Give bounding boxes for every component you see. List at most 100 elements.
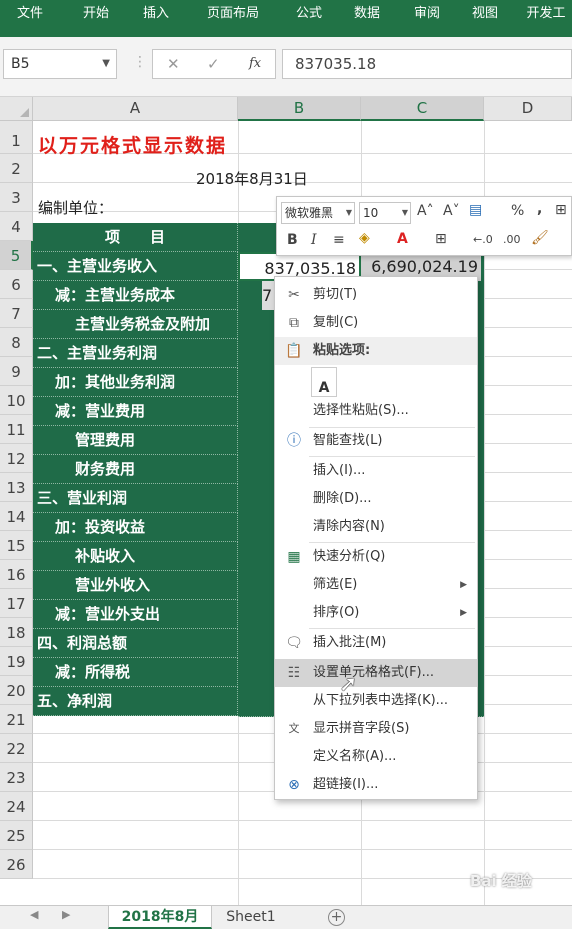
column-header-a[interactable]: A [33, 97, 238, 121]
decrease-decimal-icon[interactable]: .00 [503, 233, 521, 246]
header-item[interactable]: 项 目 [33, 223, 238, 252]
scroll-left-icon[interactable]: ◀ [30, 908, 38, 921]
row-header-2[interactable]: 2 [0, 154, 33, 183]
menu-item-copy[interactable]: ⧉ 复制(C) [275, 309, 477, 337]
tab-developer[interactable]: 开发工 [520, 0, 572, 37]
column-header-d[interactable]: D [484, 97, 572, 121]
table-row-label[interactable]: 一、主营业务收入 [33, 252, 238, 281]
fill-color-icon[interactable]: ◈ [359, 230, 370, 246]
row-header-18[interactable]: 18 [0, 618, 33, 647]
menu-item-sort[interactable]: 排序(O) ▶ [275, 599, 477, 627]
table-row-label[interactable]: 减：主营业务成本 [33, 281, 238, 310]
row-header-11[interactable]: 11 [0, 415, 33, 444]
menu-item-show-phonetic[interactable]: 文显示拼音字段(S) [275, 715, 477, 743]
row-header-1[interactable]: 1 [0, 121, 33, 154]
sheet-tab-sheet1[interactable]: Sheet1 [216, 906, 286, 929]
borders-icon[interactable]: ⊞ [435, 231, 447, 247]
row-header-8[interactable]: 8 [0, 328, 33, 357]
table-row-label[interactable]: 管理费用 [33, 426, 238, 455]
cell-b6[interactable]: 7 [262, 281, 274, 310]
column-header-b[interactable]: B [238, 97, 361, 121]
increase-decimal-icon[interactable]: ←.0 [473, 233, 493, 246]
row-header-9[interactable]: 9 [0, 357, 33, 386]
font-name-select[interactable]: 微软雅黑 ▼ [281, 202, 355, 224]
table-row-label[interactable]: 营业外收入 [33, 571, 238, 600]
row-header-5[interactable]: 5 [0, 241, 33, 270]
table-row-label[interactable]: 减：所得税 [33, 658, 238, 687]
tab-file[interactable]: 文件 [0, 0, 60, 37]
sheet-title[interactable]: 以万元格式显示数据 [38, 130, 227, 162]
menu-item-paste-special[interactable]: 选择性粘贴(S)... [275, 397, 477, 425]
tab-home[interactable]: 开始 [66, 0, 126, 37]
table-row-label[interactable]: 四、利润总额 [33, 629, 238, 658]
chevron-down-icon[interactable]: ▼ [402, 203, 408, 223]
center-align-icon[interactable]: ≡ [333, 232, 345, 248]
unit-label[interactable]: 编制单位： [38, 194, 113, 223]
row-header-22[interactable]: 22 [0, 734, 33, 763]
row-header-17[interactable]: 17 [0, 589, 33, 618]
font-size-select[interactable]: 10 ▼ [359, 202, 411, 224]
tab-data[interactable]: 数据 [342, 0, 392, 37]
format-painter-grid-icon[interactable]: ⊞ [555, 202, 567, 218]
row-header-4[interactable]: 4 [0, 212, 33, 241]
tab-page-layout[interactable]: 页面布局 [190, 0, 276, 37]
table-row-label[interactable]: 主营业务税金及附加 [33, 310, 238, 339]
paste-values-option[interactable]: A [311, 367, 337, 397]
table-row-label[interactable]: 补贴收入 [33, 542, 238, 571]
row-header-3[interactable]: 3 [0, 183, 33, 212]
menu-item-define-name[interactable]: 定义名称(A)... [275, 743, 477, 771]
row-header-10[interactable]: 10 [0, 386, 33, 415]
row-header-19[interactable]: 19 [0, 647, 33, 676]
table-row-label[interactable]: 减：营业外支出 [33, 600, 238, 629]
row-header-12[interactable]: 12 [0, 444, 33, 473]
table-row-label[interactable]: 二、主营业务利润 [33, 339, 238, 368]
tab-formulas[interactable]: 公式 [284, 0, 334, 37]
row-header-15[interactable]: 15 [0, 531, 33, 560]
add-sheet-icon[interactable]: + [328, 909, 345, 926]
sheet-tab-august[interactable]: 2018年8月 [108, 906, 212, 929]
tab-insert[interactable]: 插入 [126, 0, 186, 37]
report-date[interactable]: 2018年8月31日 [196, 165, 308, 194]
table-row-label[interactable]: 加：其他业务利润 [33, 368, 238, 397]
menu-item-clear-contents[interactable]: 清除内容(N) [275, 513, 477, 541]
table-row-label[interactable]: 加：投资收益 [33, 513, 238, 542]
select-all-corner[interactable] [0, 97, 33, 121]
insert-function-icon[interactable]: fx [249, 56, 261, 71]
tab-review[interactable]: 审阅 [402, 0, 452, 37]
row-header-21[interactable]: 21 [0, 705, 33, 734]
menu-item-insert-comment[interactable]: 🗨 插入批注(M) [275, 629, 477, 657]
name-box[interactable]: B5 ▼ [3, 49, 117, 79]
tab-view[interactable]: 视图 [460, 0, 510, 37]
bold-icon[interactable]: B [287, 232, 298, 248]
percent-style-icon[interactable]: % [511, 203, 524, 219]
table-row-label[interactable]: 财务费用 [33, 455, 238, 484]
chevron-down-icon[interactable]: ▼ [346, 203, 352, 223]
row-header-13[interactable]: 13 [0, 473, 33, 502]
table-row-label[interactable]: 五、净利润 [33, 687, 238, 716]
menu-item-hyperlink[interactable]: ⊗ 超链接(I)... [275, 771, 477, 799]
table-row-label[interactable]: 减：营业费用 [33, 397, 238, 426]
enter-icon[interactable]: ✓ [207, 55, 220, 73]
row-header-14[interactable]: 14 [0, 502, 33, 531]
row-header-25[interactable]: 25 [0, 821, 33, 850]
row-header-6[interactable]: 6 [0, 270, 33, 299]
row-header-23[interactable]: 23 [0, 763, 33, 792]
menu-item-cut[interactable]: ✂ 剪切(T) [275, 281, 477, 309]
shrink-font-icon[interactable]: A˅ [443, 203, 460, 219]
format-painter-icon[interactable]: 🖌 [531, 230, 549, 246]
accounting-format-icon[interactable]: ▤ [469, 202, 482, 218]
formula-input[interactable]: 837035.18 [282, 49, 572, 79]
cancel-icon[interactable]: ✕ [167, 55, 180, 73]
italic-icon[interactable]: I [311, 232, 317, 248]
chevron-down-icon[interactable]: ▼ [102, 50, 110, 78]
menu-item-format-cells[interactable]: ☷ 设置单元格格式(F)... [275, 659, 477, 687]
comma-style-icon[interactable]: , [537, 201, 542, 217]
menu-item-smart-lookup[interactable]: ⓘ 智能查找(L) [275, 427, 477, 455]
menu-item-delete[interactable]: 删除(D)... [275, 485, 477, 513]
menu-item-quick-analysis[interactable]: ▦ 快速分析(Q) [275, 543, 477, 571]
menu-item-filter[interactable]: 筛选(E) ▶ [275, 571, 477, 599]
row-header-26[interactable]: 26 [0, 850, 33, 879]
scroll-right-icon[interactable]: ▶ [62, 908, 70, 921]
row-header-16[interactable]: 16 [0, 560, 33, 589]
grow-font-icon[interactable]: A˄ [417, 203, 434, 219]
